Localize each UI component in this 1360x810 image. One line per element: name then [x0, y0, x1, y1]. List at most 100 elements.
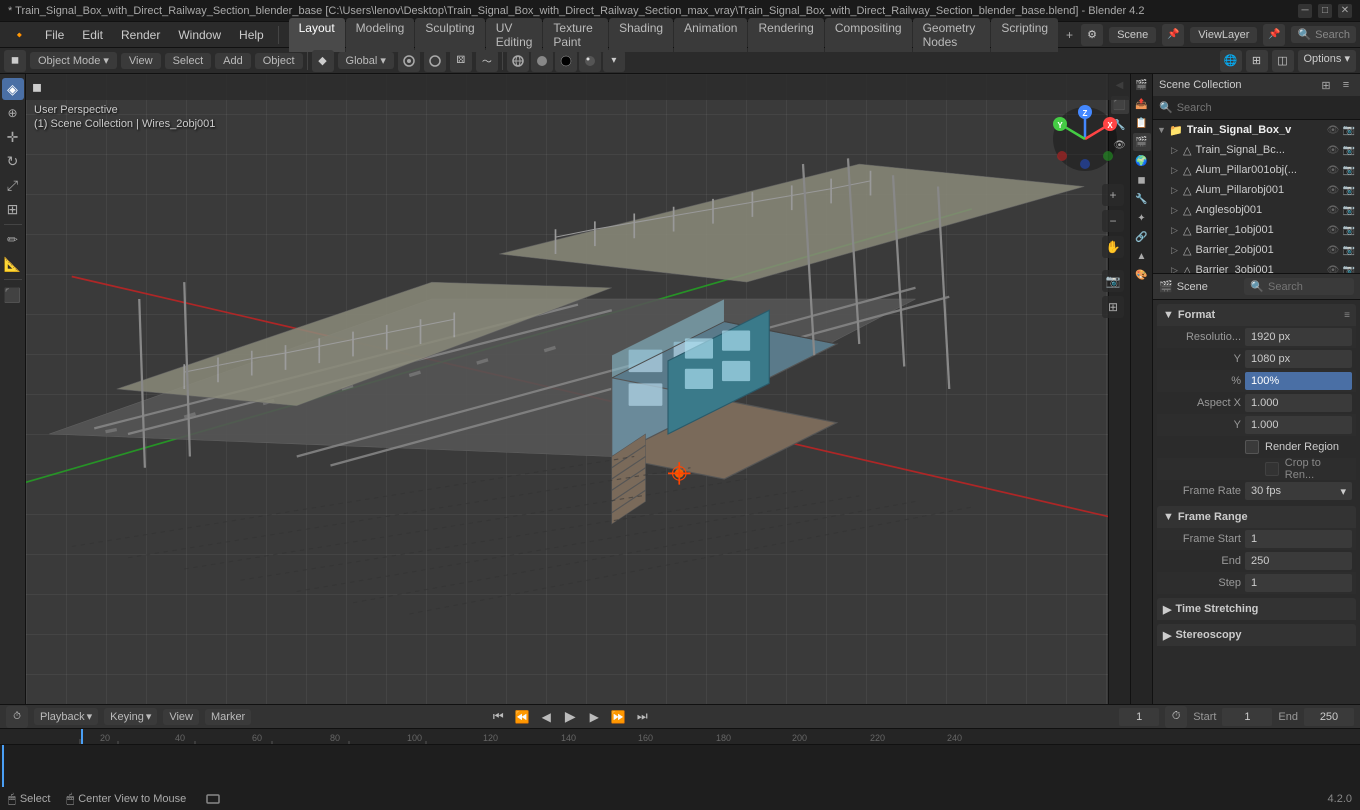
item-vis-1[interactable]: 👁 — [1326, 165, 1340, 176]
prev-keyframe-btn[interactable]: ⏪ — [511, 706, 533, 728]
frame-end-value[interactable]: 250 — [1245, 552, 1352, 570]
item-vis-2[interactable]: 👁 — [1326, 185, 1340, 196]
item-vis-3[interactable]: 👁 — [1326, 205, 1340, 216]
play-btn[interactable]: ▶ — [559, 706, 581, 728]
tree-item-5[interactable]: ▷ △ Barrier_2obj001 👁 📷 — [1153, 240, 1360, 260]
output-props-btn[interactable]: 📤 — [1133, 95, 1151, 113]
stereoscopy-header[interactable]: ▶ Stereoscopy — [1157, 624, 1356, 646]
view-menu-btn[interactable]: View — [121, 53, 161, 69]
item-rnd-4[interactable]: 📷 — [1342, 225, 1356, 236]
jump-end-btn[interactable]: ⏭ — [631, 706, 653, 728]
resolution-pct-value[interactable]: 100% — [1245, 372, 1352, 390]
prev-frame-btn[interactable]: ◀ — [535, 706, 557, 728]
zoom-out-btn[interactable]: − — [1102, 210, 1124, 232]
view-menu-btn[interactable]: View — [163, 709, 199, 725]
pan-btn[interactable]: ✋ — [1102, 236, 1124, 258]
outliner-filter-btn[interactable]: ⊞ — [1318, 77, 1334, 93]
scale-tool-btn[interactable]: ⤢ — [2, 174, 24, 196]
proportional-edit-btn[interactable] — [424, 50, 446, 72]
menu-file[interactable]: File — [37, 26, 72, 44]
render-region-btn[interactable]: ⊞ — [1102, 296, 1124, 318]
engine-selector[interactable]: ⚙ — [1081, 24, 1103, 46]
outliner-options-btn[interactable]: ≡ — [1338, 77, 1354, 93]
playback-menu-btn[interactable]: Playback ▾ — [34, 708, 98, 725]
search-box[interactable]: 🔍 Search — [1291, 26, 1356, 43]
frame-rate-dropdown[interactable]: 30 fps ▾ — [1245, 482, 1352, 500]
add-menu-btn[interactable]: Add — [215, 53, 251, 69]
tree-item-3[interactable]: ▷ △ Anglesobj001 👁 📷 — [1153, 200, 1360, 220]
item-vis-6[interactable]: 👁 — [1326, 265, 1340, 275]
item-vis-4[interactable]: 👁 — [1326, 225, 1340, 236]
cursor-tool-btn[interactable]: ⊕ — [2, 102, 24, 124]
tree-item-4[interactable]: ▷ △ Barrier_1obj001 👁 📷 — [1153, 220, 1360, 240]
frame-range-header[interactable]: ▼ Frame Range — [1157, 506, 1356, 528]
workspace-layout[interactable]: Layout — [289, 18, 345, 52]
keying-menu-btn[interactable]: Keying ▾ — [104, 708, 157, 725]
props-search-box[interactable]: 🔍 — [1244, 278, 1354, 295]
transform-origin-btn[interactable]: ◆ — [312, 50, 334, 72]
annotate-btn[interactable]: ✏ — [2, 229, 24, 251]
viewport-3d[interactable]: ◼ User Perspective (1) Scene Collection … — [26, 74, 1130, 704]
item-vis-0[interactable]: 👁 — [1326, 145, 1340, 156]
axis-widget[interactable]: Z X Y — [1050, 104, 1120, 174]
item-rnd-5[interactable]: 📷 — [1342, 245, 1356, 256]
zoom-in-btn[interactable]: + — [1102, 184, 1124, 206]
view-layer-selector[interactable]: ViewLayer — [1190, 27, 1257, 43]
item-rnd-0[interactable]: 📷 — [1342, 145, 1356, 156]
format-section-header[interactable]: ▼ Format ≡ — [1157, 304, 1356, 326]
particles-props-btn[interactable]: ✦ — [1133, 209, 1151, 227]
workspace-geometry-nodes[interactable]: Geometry Nodes — [913, 18, 991, 52]
frame-step-value[interactable]: 1 — [1245, 574, 1352, 592]
workspace-uv-editing[interactable]: UV Editing — [486, 18, 543, 52]
rendered-btn[interactable] — [579, 50, 601, 72]
snap-align-btn[interactable]: 〜 — [476, 50, 498, 72]
measure-btn[interactable]: 📐 — [2, 253, 24, 275]
data-props-btn[interactable]: ▲ — [1133, 247, 1151, 265]
aspect-x-value[interactable]: 1.000 — [1245, 394, 1352, 412]
select-tool-btn[interactable]: ◈ — [2, 78, 24, 100]
marker-menu-btn[interactable]: Marker — [205, 709, 251, 725]
menu-render[interactable]: Render — [113, 26, 168, 44]
snap-btn[interactable] — [398, 50, 420, 72]
item-rnd-3[interactable]: 📷 — [1342, 205, 1356, 216]
modifier-props-btn[interactable]: 🔧 — [1133, 190, 1151, 208]
select-menu-btn[interactable]: Select — [165, 53, 212, 69]
format-list-icon[interactable]: ≡ — [1344, 310, 1350, 321]
camera-btn[interactable]: 📷 — [1102, 270, 1124, 292]
view-layer-pin[interactable]: 📌 — [1263, 24, 1285, 46]
timeline-type-btn[interactable]: ⏱ — [6, 706, 28, 728]
constraints-props-btn[interactable]: 🔗 — [1133, 228, 1151, 246]
menu-edit[interactable]: Edit — [74, 26, 111, 44]
solid-btn[interactable] — [531, 50, 553, 72]
move-tool-btn[interactable]: ✛ — [2, 126, 24, 148]
scene-props-btn[interactable]: 🎬 — [1133, 133, 1151, 151]
world-props-btn[interactable]: 🌍 — [1133, 152, 1151, 170]
individual-origins-btn[interactable]: ⚄ — [450, 50, 472, 72]
wireframe-btn[interactable] — [507, 50, 529, 72]
start-frame-value[interactable]: 1 — [1222, 708, 1272, 726]
menu-window[interactable]: Window — [170, 26, 229, 44]
editor-type-btn[interactable]: ◼ — [4, 50, 26, 72]
workspace-shading[interactable]: Shading — [609, 18, 673, 52]
workspace-texture-paint[interactable]: Texture Paint — [543, 18, 608, 52]
workspace-scripting[interactable]: Scripting — [991, 18, 1058, 52]
workspace-modeling[interactable]: Modeling — [346, 18, 415, 52]
jump-start-btn[interactable]: ⏮ — [487, 706, 509, 728]
crop-checkbox[interactable] — [1265, 462, 1279, 476]
close-button[interactable]: ✕ — [1338, 4, 1352, 18]
render-props-btn[interactable]: 🎬 — [1133, 76, 1151, 94]
outliner-search-input[interactable] — [1177, 102, 1354, 114]
workspace-rendering[interactable]: Rendering — [748, 18, 823, 52]
tree-item-1[interactable]: ▷ △ Alum_Pillar001obj(... 👁 📷 — [1153, 160, 1360, 180]
gizmos-btn[interactable]: 🌐 — [1220, 50, 1242, 72]
frame-start-value[interactable]: 1 — [1245, 530, 1352, 548]
scene-pin[interactable]: 📌 — [1162, 24, 1184, 46]
transform-orientation-btn[interactable]: Global ▾ — [338, 52, 394, 69]
timeline-track-area[interactable] — [0, 745, 1360, 787]
transform-tool-btn[interactable]: ⊞ — [2, 198, 24, 220]
menu-blender[interactable]: 🔸 — [4, 26, 35, 44]
workspace-sculpting[interactable]: Sculpting — [415, 18, 484, 52]
object-menu-btn[interactable]: Object — [255, 53, 303, 69]
time-stretching-header[interactable]: ▶ Time Stretching — [1157, 598, 1356, 620]
tree-item-2[interactable]: ▷ △ Alum_Pillarobj001 👁 📷 — [1153, 180, 1360, 200]
